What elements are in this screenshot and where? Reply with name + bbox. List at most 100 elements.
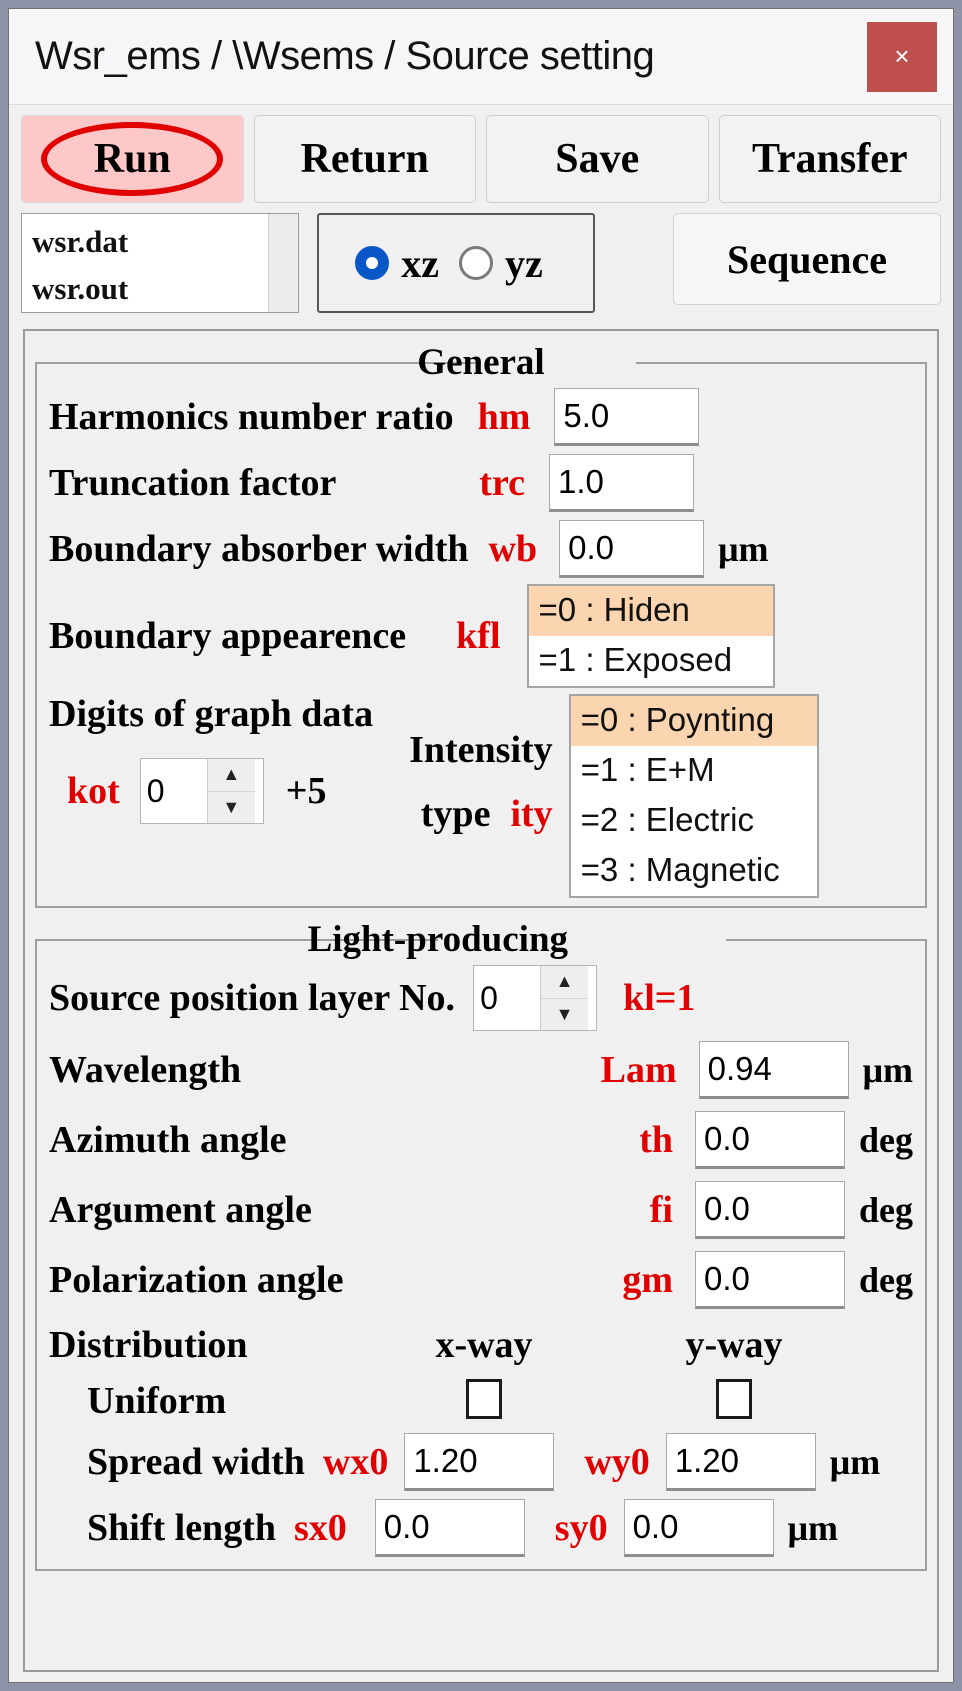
save-button[interactable]: Save [486,115,709,203]
source-layer-label: Source position layer No. [49,977,456,1019]
source-layer-note: kl=1 [623,977,696,1019]
spread-width-x-input[interactable] [404,1433,555,1491]
title-bar: Wsr_ems / \Wsems / Source setting × [9,9,953,105]
radio-xz-label[interactable]: xz [401,240,439,287]
return-button-label: Return [300,136,429,182]
chevron-down-icon[interactable]: ▼ [541,999,588,1031]
harmonics-var: hm [477,396,531,438]
shift-length-label: Shift length [87,1507,276,1549]
file-list[interactable]: wsr.dat wsr.out [21,213,299,313]
light-producing-legend: Light-producing [307,919,569,960]
distribution-header-row: Distribution x-way y-way [49,1317,913,1373]
page-title: Wsr_ems / \Wsems / Source setting [35,34,655,78]
source-layer-row: Source position layer No. ▲ ▼ kl=1 [49,961,913,1035]
source-layer-input[interactable] [474,966,541,1030]
absorber-input[interactable] [559,520,705,578]
transfer-button-label: Transfer [751,136,908,182]
digits-stepper[interactable]: ▲ ▼ [139,758,264,824]
shift-length-y-var: sy0 [554,1507,608,1549]
secondary-toolbar: wsr.dat wsr.out xz yz Sequence [9,203,953,313]
absorber-row: Boundary absorber width wb μm [49,516,913,582]
truncation-input[interactable] [549,454,694,512]
spread-width-y-var: wy0 [584,1441,650,1483]
absorber-label: Boundary absorber width [49,528,469,570]
truncation-row: Truncation factor trc [49,450,913,516]
spread-width-y-input[interactable] [665,1433,816,1491]
wavelength-var: Lam [600,1049,677,1091]
polarization-label: Polarization angle [49,1259,344,1301]
argument-input[interactable] [695,1181,845,1239]
source-layer-stepper-arrows: ▲ ▼ [540,966,589,1031]
azimuth-row: Azimuth angle th deg [49,1105,913,1175]
close-icon[interactable]: × [867,21,937,92]
intensity-option-3[interactable]: =3 : Magnetic [571,846,817,896]
argument-row: Argument angle fi deg [49,1175,913,1245]
run-button[interactable]: Run [21,115,244,203]
list-item[interactable]: wsr.dat [32,218,298,265]
wavelength-unit: μm [862,1050,913,1090]
wavelength-label: Wavelength [49,1049,242,1091]
appearance-option-1[interactable]: =1 : Exposed [529,636,773,686]
intensity-listbox[interactable]: =0 : Poynting =1 : E+M =2 : Electric =3 … [568,694,819,898]
spread-width-row: Spread width wx0 wy0 μm [49,1429,913,1495]
distribution-y-header: y-way [685,1324,783,1366]
harmonics-row: Harmonics number ratio hm [49,384,913,450]
wavelength-row: Wavelength Lam μm [49,1035,913,1105]
azimuth-unit: deg [859,1120,913,1160]
digits-suffix: +5 [285,770,327,812]
app-window: Wsr_ems / \Wsems / Source setting × Run … [8,8,954,1683]
truncation-label: Truncation factor [49,462,337,504]
harmonics-input[interactable] [554,388,700,446]
shift-length-y-input[interactable] [623,1499,774,1557]
distribution-block: Distribution x-way y-way Uniform Spread … [49,1317,913,1561]
appearance-listbox[interactable]: =0 : Hiden =1 : Exposed [526,584,775,688]
chevron-down-icon[interactable]: ▼ [208,792,255,824]
toolbar: Run Return Save Transfer [9,105,953,203]
azimuth-input[interactable] [695,1111,845,1169]
transfer-button[interactable]: Transfer [718,115,941,203]
distribution-label: Distribution [49,1324,248,1366]
appearance-var: kfl [456,615,501,657]
plane-selector: xz yz [317,213,595,313]
argument-unit: deg [859,1190,913,1230]
sequence-button-label: Sequence [727,236,887,282]
general-group: General Harmonics number ratio hm Trunca… [35,341,927,908]
wavelength-input[interactable] [698,1041,849,1099]
argument-label: Argument angle [49,1189,312,1231]
radio-xz[interactable] [355,246,390,280]
chevron-up-icon[interactable]: ▲ [541,966,589,999]
spread-width-x-var: wx0 [322,1441,389,1483]
source-layer-stepper[interactable]: ▲ ▼ [473,965,598,1031]
harmonics-label: Harmonics number ratio [49,396,454,438]
absorber-var: wb [488,528,538,570]
shift-length-x-var: sx0 [293,1507,347,1549]
truncation-var: trc [479,462,525,504]
appearance-row: Boundary appearence kfl =0 : Hiden =1 : … [49,582,913,690]
argument-var: fi [649,1189,673,1231]
intensity-option-0[interactable]: =0 : Poynting [570,696,817,746]
shift-length-unit: μm [787,1508,838,1548]
general-group-legend: General [417,342,545,383]
save-button-label: Save [555,136,640,182]
spread-width-label: Spread width [87,1441,305,1483]
polarization-input[interactable] [695,1251,845,1309]
appearance-label: Boundary appearence [49,615,407,657]
shift-length-row: Shift length sx0 sy0 μm [49,1495,913,1561]
intensity-label-line1: Intensity [409,729,553,771]
spread-width-unit: μm [829,1442,881,1482]
uniform-y-checkbox[interactable] [716,1378,752,1419]
digits-intensity-row: Digits of graph data kot ▲ ▼ +5 [49,692,913,898]
intensity-option-2[interactable]: =2 : Electric [571,796,817,846]
sequence-button[interactable]: Sequence [673,213,941,305]
shift-length-x-input[interactable] [374,1499,525,1557]
list-item[interactable]: wsr.out [32,265,298,312]
intensity-option-1[interactable]: =1 : E+M [571,746,817,796]
digits-input[interactable] [140,759,207,823]
chevron-up-icon[interactable]: ▲ [207,759,255,792]
return-button[interactable]: Return [253,115,476,203]
appearance-option-0[interactable]: =0 : Hiden [528,586,773,636]
radio-yz[interactable] [459,246,493,280]
uniform-x-checkbox[interactable] [466,1378,502,1419]
radio-yz-label[interactable]: yz [505,240,543,287]
file-list-scrollbar[interactable] [268,214,298,312]
